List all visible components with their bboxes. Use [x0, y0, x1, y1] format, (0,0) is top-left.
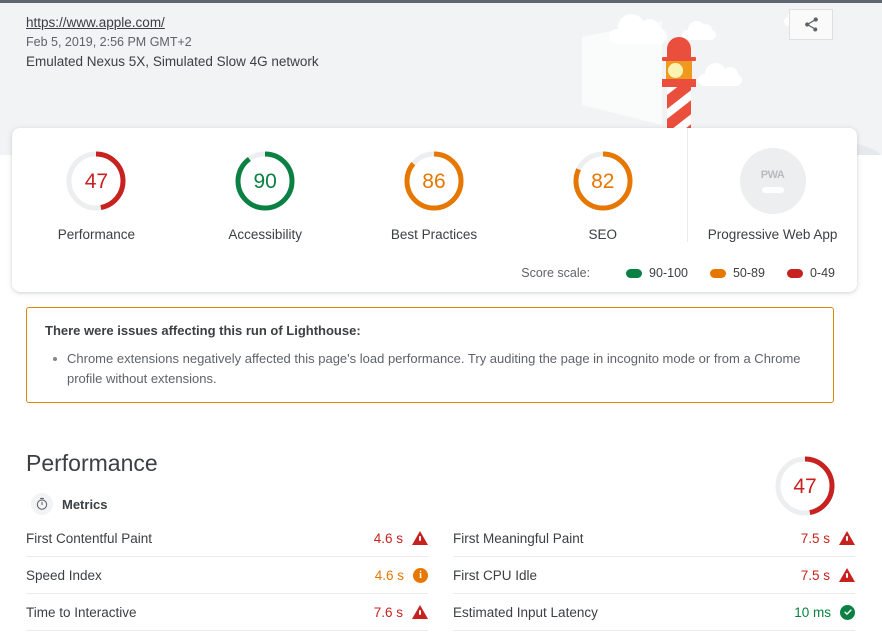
share-button[interactable] — [789, 9, 833, 40]
score-scale-item-fail: 0-49 — [786, 266, 835, 280]
score-gauge-accessibility[interactable]: 90 Accessibility — [181, 128, 350, 242]
report-url-link[interactable]: https://www.apple.com/ — [26, 15, 319, 30]
status-fail-icon — [412, 605, 428, 619]
metrics-group-header[interactable]: Metrics — [31, 493, 108, 515]
scale-pill-green — [626, 268, 643, 278]
share-icon — [804, 17, 818, 32]
run-warnings-list: Chrome extensions negatively affected th… — [45, 349, 815, 389]
score-scale-item-pass: 90-100 — [626, 266, 688, 280]
metric-name: Estimated Input Latency — [453, 604, 598, 620]
gauge-ring-seo: 82 — [570, 148, 636, 214]
score-scale-legend: Score scale: 90-100 50-89 0-49 — [521, 266, 835, 280]
score-gauge-pwa[interactable]: PWA Progressive Web App — [687, 128, 857, 242]
table-row[interactable]: Time to Interactive 7.6 s — [26, 594, 428, 631]
metric-result: 7.6 s — [374, 605, 428, 620]
metric-name: First Meaningful Paint — [453, 530, 584, 546]
scale-pill-red — [786, 268, 803, 278]
cloud-icon — [682, 21, 716, 40]
scale-range-pass: 90-100 — [649, 266, 688, 280]
status-average-icon: i — [413, 567, 428, 583]
gauge-label-accessibility: Accessibility — [228, 227, 302, 242]
metrics-grid: First Contentful Paint 4.6 s Speed Index… — [26, 520, 856, 631]
cloud-icon — [698, 63, 742, 86]
performance-section-gauge: 47 — [772, 453, 838, 519]
table-row[interactable]: First Meaningful Paint 7.5 s — [453, 520, 855, 557]
metric-name: Time to Interactive — [26, 604, 137, 620]
gauge-score-best-practices: 86 — [422, 169, 446, 193]
metrics-column-right: First Meaningful Paint 7.5 s First CPU I… — [453, 520, 855, 631]
metric-result: 7.5 s — [801, 531, 855, 546]
metric-result: 7.5 s — [801, 568, 855, 583]
score-gauge-best-practices[interactable]: 86 Best Practices — [350, 128, 519, 242]
metrics-heading: Metrics — [62, 496, 108, 512]
gauge-score-accessibility: 90 — [253, 169, 277, 193]
pwa-badge: PWA — [739, 148, 806, 214]
gauge-ring-best-practices: 86 — [401, 148, 467, 214]
table-row[interactable]: Speed Index 4.6 s i — [26, 557, 428, 594]
gauge-score-performance: 47 — [84, 169, 109, 193]
status-fail-icon — [839, 531, 855, 545]
status-pass-icon — [840, 604, 855, 620]
pwa-badge-text: PWA — [760, 169, 785, 181]
gauge-label-seo: SEO — [588, 227, 618, 242]
metric-name: First Contentful Paint — [26, 530, 153, 546]
gauge-label-pwa: Progressive Web App — [707, 227, 838, 242]
cloud-icon — [609, 14, 667, 44]
score-gauge-performance[interactable]: 47 Performance — [12, 128, 181, 242]
report-timestamp: Feb 5, 2019, 2:56 PM GMT+2 — [26, 35, 192, 49]
scale-range-fail: 0-49 — [809, 266, 835, 280]
metric-value: 7.5 s — [800, 567, 830, 583]
scale-pill-orange — [709, 268, 726, 278]
metrics-column-left: First Contentful Paint 4.6 s Speed Index… — [26, 520, 428, 631]
performance-heading: Performance — [26, 450, 158, 476]
run-warnings-banner: There were issues affecting this run of … — [26, 307, 834, 403]
metric-result: 10 ms — [794, 604, 855, 620]
report-header-text: https://www.apple.com/ Feb 5, 2019, 2:56… — [26, 15, 319, 72]
report-environment: Emulated Nexus 5X, Simulated Slow 4G net… — [26, 54, 319, 69]
run-warning-item: Chrome extensions negatively affected th… — [45, 349, 815, 389]
metric-result: 4.6 s — [374, 531, 428, 546]
table-row[interactable]: First CPU Idle 7.5 s — [453, 557, 855, 594]
stopwatch-icon — [31, 493, 53, 515]
run-warnings-title: There were issues affecting this run of … — [45, 323, 361, 338]
gauge-ring-accessibility: 90 — [232, 148, 298, 214]
performance-section-score: 47 — [793, 474, 817, 498]
metric-name: Speed Index — [26, 567, 102, 583]
metric-value: 10 ms — [794, 604, 831, 620]
metric-value: 7.5 s — [800, 530, 830, 546]
pwa-badge-dash — [761, 187, 784, 193]
table-row[interactable]: Estimated Input Latency 10 ms — [453, 594, 855, 631]
gauge-label-performance: Performance — [57, 227, 136, 242]
metric-name: First CPU Idle — [453, 567, 538, 583]
metric-result: 4.6 s i — [374, 567, 428, 583]
score-gauges: 47 Performance 90 Accessibility 86 Best … — [12, 128, 857, 246]
gauge-score-seo: 82 — [591, 169, 615, 193]
scores-card: 47 Performance 90 Accessibility 86 Best … — [12, 128, 857, 292]
metric-value: 4.6 s — [373, 530, 403, 546]
status-fail-icon — [839, 568, 855, 582]
metric-value: 4.6 s — [374, 567, 404, 583]
score-gauge-seo[interactable]: 82 SEO — [518, 128, 687, 242]
lighthouse-report: https://www.apple.com/ Feb 5, 2019, 2:56… — [0, 0, 882, 634]
score-scale-item-average: 50-89 — [709, 266, 765, 280]
gauge-label-best-practices: Best Practices — [390, 227, 478, 242]
scale-range-average: 50-89 — [732, 266, 765, 280]
gauge-ring-performance: 47 — [63, 148, 129, 214]
metric-value: 7.6 s — [373, 604, 403, 620]
table-row[interactable]: First Contentful Paint 4.6 s — [26, 520, 428, 557]
score-scale-label: Score scale: — [521, 266, 591, 280]
status-fail-icon — [412, 531, 428, 545]
